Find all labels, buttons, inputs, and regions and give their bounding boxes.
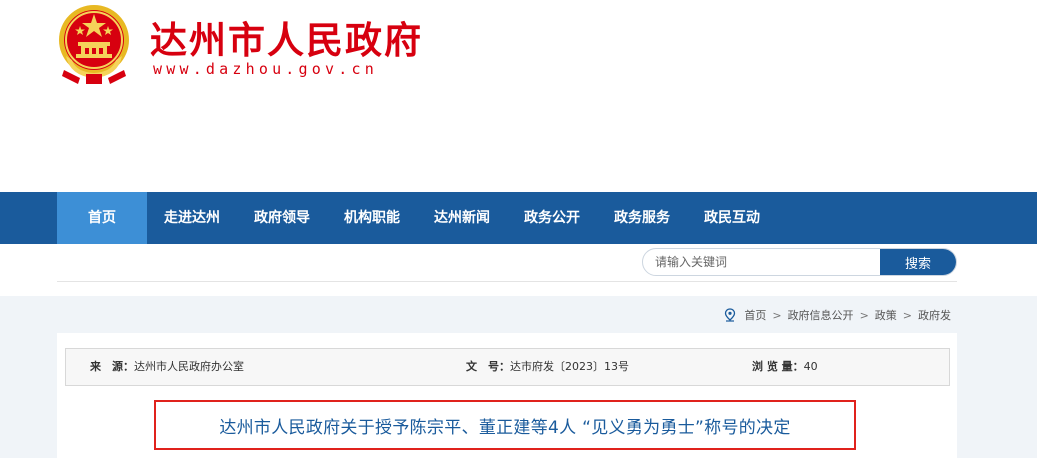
article-title-highlight: 达州市人民政府关于授予陈宗平、董正建等4人 “见义勇为勇士”称号的决定 [154, 400, 856, 450]
nav-item-home[interactable]: 首页 [57, 192, 147, 244]
nav-item-government-affairs-disclosure[interactable]: 政务公开 [507, 192, 597, 244]
search-box: 搜索 [642, 248, 957, 276]
info-doc-number-value: 达市府发〔2023〕13号 [510, 360, 629, 373]
info-doc-number: 文 号：达市府发〔2023〕13号 [466, 349, 629, 385]
info-doc-number-label: 文 号： [466, 360, 510, 373]
breadcrumb-separator: > [772, 308, 782, 322]
breadcrumb-item-government-issued[interactable]: 政府发 [918, 307, 951, 323]
site-title[interactable]: 达州市人民政府 [150, 10, 423, 64]
breadcrumb-separator: > [902, 308, 912, 322]
nav-item-public-interaction[interactable]: 政民互动 [687, 192, 777, 244]
nav-item-government-leaders[interactable]: 政府领导 [237, 192, 327, 244]
article-panel: 来 源：达州市人民政府办公室 文 号：达市府发〔2023〕13号 浏 览 量：4… [57, 333, 957, 458]
info-source-value: 达州市人民政府办公室 [134, 360, 244, 373]
nav-item-dazhou-news[interactable]: 达州新闻 [417, 192, 507, 244]
breadcrumb-separator: > [859, 308, 869, 322]
nav-item-about-dazhou[interactable]: 走进达州 [147, 192, 237, 244]
info-source: 来 源：达州市人民政府办公室 [90, 349, 244, 385]
search-button[interactable]: 搜索 [880, 249, 956, 275]
national-emblem-icon[interactable] [56, 4, 132, 86]
info-views: 浏 览 量：40 [752, 349, 818, 385]
site-header: 达州市人民政府 www.dazhou.gov.cn [0, 0, 1037, 192]
info-views-label: 浏 览 量： [752, 360, 804, 373]
breadcrumb-item-info-disclosure[interactable]: 政府信息公开 [788, 307, 854, 323]
main-nav: 首页 走进达州 政府领导 机构职能 达州新闻 政务公开 政务服务 政民互动 [0, 192, 1037, 244]
nav-item-government-services[interactable]: 政务服务 [597, 192, 687, 244]
location-pin-icon [725, 308, 736, 322]
breadcrumb-item-home[interactable]: 首页 [744, 307, 766, 323]
breadcrumb: 首页 > 政府信息公开 > 政策 > 政府发 [724, 306, 951, 324]
nav-item-institutions[interactable]: 机构职能 [327, 192, 417, 244]
search-row: 搜索 [57, 244, 957, 282]
nav-list: 首页 走进达州 政府领导 机构职能 达州新闻 政务公开 政务服务 政民互动 [57, 192, 777, 244]
breadcrumb-item-policy[interactable]: 政策 [875, 307, 897, 323]
info-source-label: 来 源： [90, 360, 134, 373]
search-input[interactable] [643, 249, 881, 275]
article-title: 达州市人民政府关于授予陈宗平、董正建等4人 “见义勇为勇士”称号的决定 [219, 417, 791, 438]
info-views-value: 40 [803, 360, 818, 373]
document-info-bar: 来 源：达州市人民政府办公室 文 号：达市府发〔2023〕13号 浏 览 量：4… [65, 348, 950, 386]
site-url[interactable]: www.dazhou.gov.cn [153, 60, 378, 78]
